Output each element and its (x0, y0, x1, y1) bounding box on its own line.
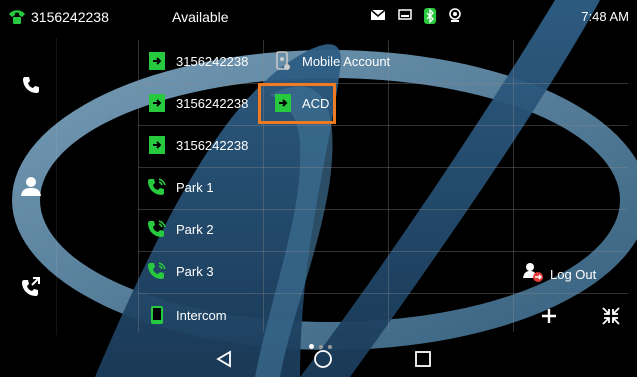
dsskey-label: Intercom (176, 307, 227, 323)
plus-icon (542, 309, 556, 323)
home-icon (314, 350, 332, 368)
call-icon (21, 75, 41, 100)
dsskey-line-1[interactable]: 3156242238 (146, 40, 248, 82)
dsskey-park-1[interactable]: Park 1 (146, 166, 214, 208)
dsskey-label: Park 3 (176, 263, 214, 279)
webcam-icon (448, 8, 462, 29)
contacts-button[interactable] (6, 163, 56, 213)
park-icon (146, 218, 168, 240)
dsskey-label: 3156242238 (176, 137, 249, 153)
dsskey-mobile-account[interactable]: Mobile Account (272, 40, 390, 82)
dsskey-label: 3156242238 (176, 95, 249, 111)
transfer-button[interactable] (6, 264, 56, 314)
dsskey-label: Mobile Account (302, 53, 391, 69)
add-dsskey-button[interactable] (538, 305, 560, 327)
collapse-button[interactable] (601, 306, 621, 326)
status-bar: 3156242238 Available 7:48 AM (0, 0, 637, 38)
logout-button[interactable]: Log Out (522, 262, 596, 286)
back-icon (216, 350, 231, 368)
presence-status[interactable]: Available (172, 9, 229, 25)
dsskey-label: Park 2 (176, 221, 214, 237)
clock: 7:48 AM (581, 9, 629, 24)
home-button[interactable] (310, 346, 336, 372)
dsskey-line-3[interactable]: 3156242238 (146, 124, 248, 166)
mobile-account-icon (272, 50, 294, 72)
phone-screen: 3156242238 Available 7:48 AM 3156242238 … (0, 0, 637, 377)
phone-icon (8, 8, 26, 26)
dsskey-line-2[interactable]: 3156242238 (146, 82, 248, 124)
park-icon (146, 176, 168, 198)
transfer-call-icon (20, 276, 42, 303)
contacts-icon (20, 175, 42, 202)
line-icon (146, 50, 168, 72)
recents-button[interactable] (410, 346, 436, 372)
left-rail (6, 38, 57, 335)
back-button[interactable] (211, 346, 237, 372)
status-phone-number: 3156242238 (31, 9, 109, 25)
call-button[interactable] (6, 62, 56, 112)
park-icon (146, 260, 168, 282)
dsskey-park-2[interactable]: Park 2 (146, 208, 214, 250)
acd-highlight-box (258, 83, 336, 124)
mail-icon (370, 8, 386, 27)
dsskey-label: Park 1 (176, 179, 214, 195)
dsskey-park-3[interactable]: Park 3 (146, 250, 214, 292)
intercom-icon (146, 304, 168, 326)
dsskey-label: 3156242238 (176, 53, 249, 69)
recents-icon (415, 351, 431, 367)
logout-label: Log Out (550, 266, 597, 282)
line-icon (146, 134, 168, 156)
navigation-bar (0, 340, 637, 377)
shrink-icon (602, 307, 620, 325)
bluetooth-icon (423, 8, 437, 29)
dsskey-intercom[interactable]: Intercom (146, 294, 227, 336)
logout-icon (522, 261, 544, 288)
screen-icon (398, 8, 412, 27)
line-icon (146, 92, 168, 114)
